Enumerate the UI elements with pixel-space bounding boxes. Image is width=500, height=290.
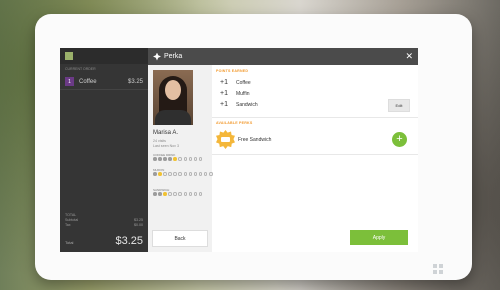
loyalty-dot — [178, 192, 182, 196]
loyalty-dot — [178, 157, 182, 161]
total-value: $3.25 — [115, 235, 143, 247]
loyalty-dot — [188, 157, 193, 161]
points-title: POINTS EARNED — [216, 69, 249, 73]
add-perk-button[interactable]: + — [392, 132, 407, 147]
loyalty-dot — [193, 172, 198, 176]
customer-photo — [153, 70, 193, 125]
pos-logo-icon — [65, 52, 73, 60]
loyalty-dot — [173, 192, 177, 196]
loyalty-dot — [198, 192, 203, 196]
customer-last-seen: Last seen Nov 3 — [153, 144, 179, 148]
order-total: Total $3.25 — [65, 235, 143, 247]
loyalty-dot — [183, 192, 188, 196]
loyalty-dot — [158, 192, 162, 196]
track-dots-coffee — [153, 157, 213, 161]
loyalty-dot — [153, 192, 157, 196]
loyalty-dot — [158, 157, 162, 161]
loyalty-dot — [163, 157, 167, 161]
close-icon[interactable]: ✕ — [405, 52, 413, 61]
track-dots-sandwich — [153, 192, 213, 196]
modal-content: POINTS EARNED +1 Coffee +1 Muffin +1 San… — [212, 65, 418, 252]
order-totals: TOTAL Subtotal $3.25 Tax $0.00 — [65, 213, 143, 228]
order-item-name: Coffee — [79, 78, 97, 85]
loyalty-dot — [188, 192, 193, 196]
order-item[interactable]: 1 Coffee $3.25 — [60, 74, 148, 90]
perk-badge-icon — [216, 130, 235, 149]
pos-section-label: CURRENT ORDER — [65, 67, 96, 71]
customer-name: Marisa A. — [153, 130, 179, 136]
customer-visits: 24 visits — [153, 139, 166, 143]
loyalty-dot — [153, 157, 157, 161]
loyalty-dot — [168, 157, 172, 161]
apply-button[interactable]: Apply — [350, 230, 408, 245]
perk-row[interactable]: Free Sandwich + — [212, 129, 418, 151]
loyalty-dot — [163, 192, 167, 196]
tax-label: Tax — [65, 223, 71, 227]
tablet-logo-icon — [433, 264, 443, 274]
loyalty-dot — [173, 157, 177, 161]
edit-button[interactable]: Edit — [388, 99, 410, 112]
points-row: +1 Sandwich — [220, 101, 258, 108]
divider — [212, 154, 418, 155]
loyalty-dot — [198, 172, 203, 176]
perks-title: AVAILABLE PERKS — [216, 121, 253, 125]
tablet-screen: CURRENT ORDER 1 Coffee $3.25 TOTAL Subto… — [60, 48, 418, 252]
perk-name: Free Sandwich — [238, 137, 272, 143]
tax-value: $0.00 — [134, 223, 143, 227]
loyalty-dot — [163, 172, 167, 176]
order-item-price: $3.25 — [127, 78, 143, 85]
loyalty-dot — [173, 172, 177, 176]
loyalty-dot — [168, 192, 172, 196]
points-plus: +1 — [220, 79, 228, 86]
points-plus: +1 — [220, 101, 228, 108]
loyalty-dot — [178, 172, 182, 176]
brand-name: Perka — [164, 53, 183, 60]
perka-logo-icon — [153, 53, 161, 61]
brand: Perka — [153, 53, 182, 61]
order-item-qty: 1 — [65, 77, 74, 86]
points-item: Coffee — [235, 79, 251, 86]
points-row: +1 Muffin — [220, 90, 250, 97]
loyalty-dot — [198, 157, 203, 161]
divider — [212, 117, 418, 118]
total-label: Total — [65, 240, 74, 245]
customer-profile: Marisa A. 24 visits Last seen Nov 3 COFF… — [148, 65, 213, 252]
loyalty-dot — [203, 172, 208, 176]
points-item: Sandwich — [235, 101, 258, 108]
loyalty-dot — [158, 172, 162, 176]
points-item: Muffin — [235, 90, 250, 97]
loyalty-dot — [183, 172, 188, 176]
sandwich-icon — [221, 137, 230, 142]
pos-panel: CURRENT ORDER 1 Coffee $3.25 TOTAL Subto… — [60, 48, 148, 252]
loyalty-dot — [188, 172, 193, 176]
loyalty-dot — [193, 192, 198, 196]
perka-modal: Perka ✕ Marisa A. 24 visits Last seen No… — [148, 48, 418, 252]
back-button[interactable]: Back — [152, 230, 208, 247]
loyalty-dot — [168, 172, 172, 176]
loyalty-dot — [183, 157, 188, 161]
loyalty-dot — [193, 157, 198, 161]
loyalty-dot — [153, 172, 157, 176]
modal-header: Perka ✕ — [148, 48, 418, 65]
pos-header — [60, 48, 148, 64]
points-row: +1 Coffee — [220, 79, 251, 86]
points-plus: +1 — [220, 90, 228, 97]
track-dots-muffin — [153, 172, 213, 176]
